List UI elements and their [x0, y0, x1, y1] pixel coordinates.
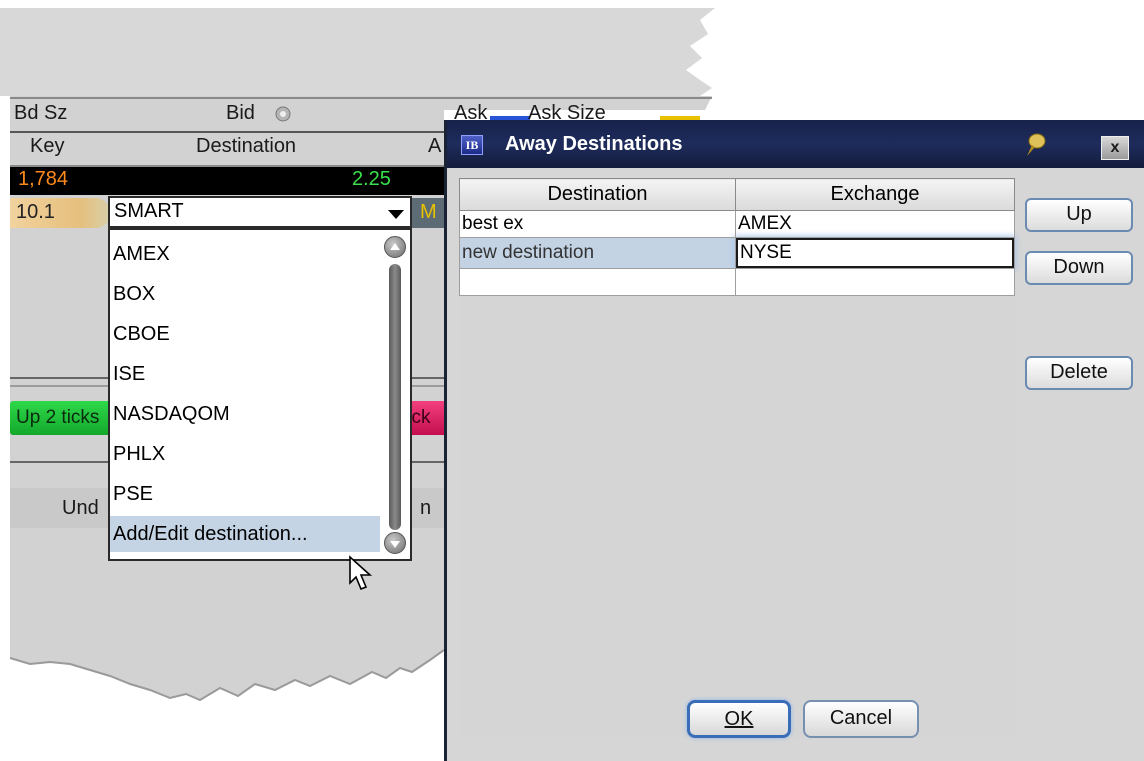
- bottom-row-left-label: Und: [62, 497, 99, 519]
- exchange-edit-field[interactable]: NYSE: [736, 238, 1014, 268]
- dropdown-option-ise[interactable]: ISE: [110, 356, 380, 392]
- header-col3: A: [428, 135, 442, 157]
- header-destination: Destination: [196, 135, 297, 157]
- bid-size-value: 1,784: [18, 168, 69, 190]
- exchange-cell[interactable]: AMEX: [735, 210, 1015, 238]
- dropdown-option-amex[interactable]: AMEX: [110, 236, 380, 272]
- header-key: Key: [30, 135, 65, 157]
- destinations-table-area: Destination Exchange best ex AMEX new de…: [459, 178, 1015, 736]
- table-row[interactable]: [459, 268, 1015, 296]
- dialog-titlebar[interactable]: IB Away Destinations x: [447, 120, 1144, 168]
- close-icon: x: [1110, 139, 1120, 156]
- ok-button[interactable]: OK: [687, 700, 791, 738]
- table-row[interactable]: new destination NYSE: [459, 237, 1015, 269]
- column-header-exchange[interactable]: Exchange: [735, 178, 1015, 211]
- up-ticks-label: Up 2 ticks: [16, 407, 100, 428]
- dialog-title: Away Destinations: [505, 133, 683, 155]
- exchange-cell[interactable]: NYSE: [735, 237, 1015, 269]
- move-down-button[interactable]: Down: [1025, 251, 1133, 285]
- cancel-button-label: Cancel: [829, 707, 893, 729]
- column-header-destination[interactable]: Destination: [459, 178, 736, 211]
- destination-selected-value: SMART: [114, 200, 184, 222]
- destination-combobox[interactable]: SMART: [108, 196, 412, 228]
- destination-dropdown-list[interactable]: AMEX BOX CBOE ISE NASDAQOM PHLX PSE Add/…: [108, 228, 412, 561]
- order-row-trailing-value: M: [420, 201, 437, 223]
- destination-cell[interactable]: [459, 268, 736, 296]
- mouse-pointer-icon: [349, 555, 373, 591]
- dropdown-option-box[interactable]: BOX: [110, 276, 380, 312]
- order-key-cell: 10.1: [10, 198, 110, 228]
- table-row[interactable]: best ex AMEX: [459, 210, 1015, 238]
- dropdown-option-add-edit-destination[interactable]: Add/Edit destination...: [110, 516, 380, 552]
- dropdown-option-phlx[interactable]: PHLX: [110, 436, 380, 472]
- bottom-row-right-label: n: [420, 497, 432, 519]
- delete-button[interactable]: Delete: [1025, 356, 1133, 390]
- ib-logo-icon: IB: [461, 135, 483, 155]
- away-destinations-dialog: IB Away Destinations x Destination Excha…: [444, 120, 1144, 761]
- header-bid-size: Bd Sz: [14, 102, 68, 124]
- scroll-up-arrow-icon[interactable]: [384, 236, 406, 258]
- dropdown-option-nasdaqom[interactable]: NASDAQOM: [110, 396, 380, 432]
- close-button[interactable]: x: [1101, 136, 1129, 160]
- scrollbar-thumb[interactable]: [389, 264, 401, 530]
- destination-cell[interactable]: best ex: [459, 210, 736, 238]
- bid-value: 2.25: [352, 168, 391, 190]
- up-ticks-button[interactable]: Up 2 ticks: [10, 401, 118, 435]
- dropdown-scrollbar[interactable]: [384, 236, 406, 556]
- destinations-table: Destination Exchange best ex AMEX new de…: [459, 178, 1015, 296]
- ok-button-label: OK: [724, 708, 754, 730]
- destination-cell[interactable]: new destination: [459, 237, 736, 269]
- scroll-down-arrow-icon[interactable]: [384, 532, 406, 554]
- move-up-button[interactable]: Up: [1025, 198, 1133, 232]
- dropdown-option-pse[interactable]: PSE: [110, 476, 380, 512]
- dropdown-option-cboe[interactable]: CBOE: [110, 316, 380, 352]
- order-key-value: 10.1: [16, 201, 55, 223]
- header-bid: Bid: [226, 102, 255, 124]
- dropdown-arrow-icon[interactable]: [388, 210, 404, 219]
- pin-icon[interactable]: [1023, 132, 1047, 158]
- exchange-cell[interactable]: [735, 268, 1015, 296]
- cancel-button[interactable]: Cancel: [803, 700, 919, 738]
